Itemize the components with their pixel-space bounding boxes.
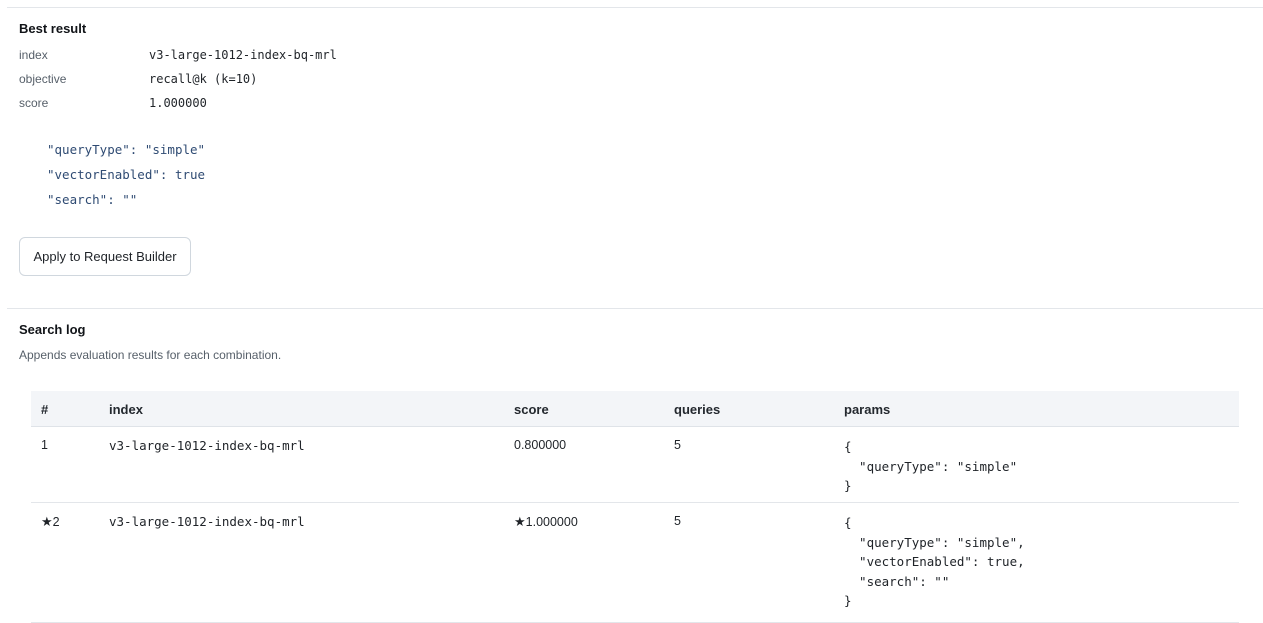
row-number-value: 2 (52, 515, 60, 529)
best-result-title: Best result (19, 21, 87, 36)
column-header-score: score (514, 402, 549, 417)
column-header-queries: queries (674, 402, 721, 417)
row-score: ★1.000000 (514, 514, 578, 530)
table-header: # index score queries params (31, 391, 1239, 427)
param-value: "" (122, 192, 138, 207)
apply-to-request-builder-button[interactable]: Apply to Request Builder (19, 237, 191, 276)
column-header-index: index (109, 402, 143, 417)
best-param-querytype: "queryType": "simple" (47, 142, 206, 157)
search-log-table: # index score queries params 1 v3-large-… (31, 391, 1239, 623)
param-key: "search" (47, 192, 108, 207)
best-score-value: 1.000000 (149, 96, 207, 110)
row-index: v3-large-1012-index-bq-mrl (109, 514, 305, 529)
param-key: "queryType" (47, 142, 130, 157)
row-queries: 5 (674, 514, 681, 528)
section-divider (7, 308, 1263, 309)
best-objective-label: objective (19, 72, 67, 86)
row-score: 0.800000 (514, 438, 567, 452)
row-index: v3-large-1012-index-bq-mrl (109, 438, 305, 453)
star-icon: ★ (514, 514, 526, 529)
row-params: { "queryType": "simple" } (844, 439, 1018, 493)
column-header-params: params (844, 402, 891, 417)
table-row[interactable]: 1 v3-large-1012-index-bq-mrl 0.800000 5 … (31, 427, 1239, 503)
best-index-value: v3-large-1012-index-bq-mrl (149, 48, 337, 62)
row-params: { "queryType": "simple", "vectorEnabled"… (844, 515, 1025, 608)
search-log-title: Search log (19, 322, 86, 337)
best-param-vectorenabled: "vectorEnabled": true (47, 167, 206, 182)
row-score-value: 1.000000 (525, 515, 578, 529)
column-header-number: # (41, 402, 49, 417)
row-number: ★2 (41, 514, 60, 530)
best-score-label: score (19, 96, 49, 110)
top-divider (7, 7, 1263, 8)
search-log-subtitle: Appends evaluation results for each comb… (19, 348, 282, 362)
param-key: "vectorEnabled" (47, 167, 160, 182)
best-param-search: "search": "" (47, 192, 138, 207)
best-index-label: index (19, 48, 48, 62)
row-number: 1 (41, 438, 48, 452)
param-value: "simple" (144, 142, 206, 157)
param-value: true (174, 167, 206, 182)
star-icon: ★ (41, 514, 53, 529)
table-row-best[interactable]: ★2 v3-large-1012-index-bq-mrl ★1.000000 … (31, 503, 1239, 623)
row-queries: 5 (674, 438, 681, 452)
best-objective-value: recall@k (k=10) (149, 72, 258, 86)
